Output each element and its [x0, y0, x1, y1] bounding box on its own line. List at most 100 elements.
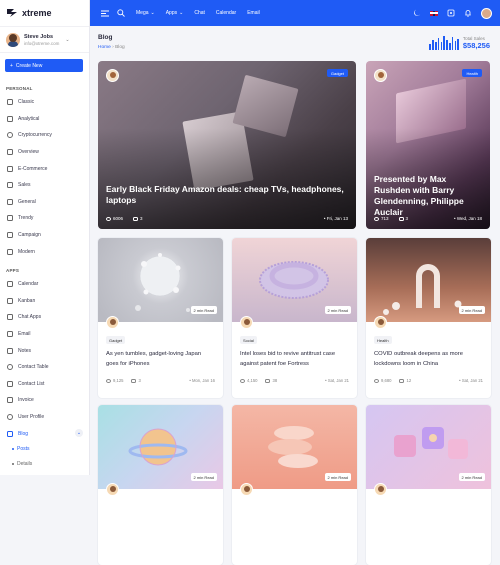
nav-email[interactable]: Email: [247, 10, 260, 16]
nav-mega[interactable]: Mega ⌄: [136, 10, 155, 16]
sidebar-subitem-label: Posts: [17, 446, 30, 453]
mail-icon: [7, 331, 13, 338]
trend-icon: [7, 215, 13, 222]
post-card[interactable]: 2 min Read: [98, 405, 223, 565]
chevron-down-icon: ⌄: [179, 10, 184, 16]
chevron-down-icon: ⌄: [150, 10, 155, 16]
sidebar-item-ecommerce[interactable]: E-Commerce: [0, 160, 89, 177]
avatar[interactable]: [481, 7, 492, 19]
avatar[interactable]: [106, 483, 119, 496]
category-tag[interactable]: Social: [240, 336, 257, 344]
category-badge[interactable]: Health: [462, 69, 482, 77]
post-card[interactable]: 2 min Read Social Intel loses bid to rev…: [232, 238, 357, 398]
featured-post[interactable]: Gadget Early Black Friday Amazon deals: …: [98, 61, 356, 229]
post-date: • Wed, Jan 18: [453, 216, 482, 221]
search-icon[interactable]: [117, 9, 125, 17]
sidebar-item-sales[interactable]: Sales: [0, 177, 89, 194]
sidebar-item-overview[interactable]: Overview: [0, 144, 89, 161]
sidebar-item-blog[interactable]: Blog ⌄: [0, 425, 89, 442]
eye-icon: [374, 216, 379, 221]
section-apps: APPS: [6, 267, 20, 273]
post-title[interactable]: Presented by Max Rushden with Barry Glen…: [374, 174, 480, 218]
nav-calendar[interactable]: Calendar: [216, 10, 236, 16]
breadcrumb-current: Blog: [115, 45, 125, 50]
sidebar-item-calendar[interactable]: Calendar: [0, 276, 89, 293]
avatar[interactable]: [106, 69, 119, 82]
post-title[interactable]: Intel loses bid to revive antitrust case…: [240, 350, 349, 369]
sales-bar: [451, 37, 454, 50]
brand[interactable]: xtreme: [0, 0, 89, 26]
post-title[interactable]: As yen tumbles, gadget-loving Japan goes…: [106, 350, 215, 369]
featured-post[interactable]: Health Presented by Max Rushden with Bar…: [366, 61, 490, 229]
sidebar-subitem-posts[interactable]: Posts: [0, 442, 89, 457]
sidebar-item-label: Contact List: [18, 380, 45, 387]
sidebar-item-invoice[interactable]: Invoice: [0, 392, 89, 409]
sidebar-item-label: Trendy: [18, 215, 34, 222]
category-tag[interactable]: Health: [374, 336, 392, 344]
sidebar-item-contact-list[interactable]: Contact List: [0, 376, 89, 393]
sales-bar: [443, 36, 445, 50]
post-meta: 6006 3 • Fri, Jan 13: [106, 216, 348, 221]
nav-label: Email: [247, 10, 260, 16]
nav-apps[interactable]: Apps ⌄: [166, 10, 184, 16]
sidebar-item-label: Sales: [18, 182, 31, 189]
nav-chat[interactable]: Chat: [194, 10, 205, 16]
sidebar-subitem-details[interactable]: Details: [0, 457, 89, 472]
avatar[interactable]: [240, 316, 253, 329]
post-card[interactable]: 2 min Read: [366, 405, 491, 565]
chevron-down-icon[interactable]: ⌄: [75, 429, 83, 438]
calendar-icon: [7, 281, 13, 288]
sidebar-item-label: User Profile: [18, 413, 45, 420]
post-card[interactable]: 2 min Read Health COVID outbreak deepens…: [366, 238, 491, 398]
sidebar-item-chat-apps[interactable]: Chat Apps: [0, 309, 89, 326]
breadcrumb-home[interactable]: Home: [98, 45, 111, 50]
sidebar-item-cryptocurrency[interactable]: Cryptocurrency: [0, 127, 89, 144]
sales-bar: [440, 41, 443, 50]
sidebar-item-general[interactable]: General: [0, 194, 89, 211]
sidebar-item-analytical[interactable]: Analytical: [0, 111, 89, 128]
avatar[interactable]: [374, 316, 387, 329]
sidebar-item-classic[interactable]: Classic: [0, 94, 89, 111]
sidebar-item-campaign[interactable]: Campaign: [0, 227, 89, 244]
chevron-down-icon[interactable]: ⌄: [65, 37, 69, 43]
category-tag[interactable]: Gadget: [106, 336, 126, 344]
moon-icon[interactable]: [413, 9, 421, 17]
bell-icon[interactable]: [464, 9, 472, 17]
sidebar-item-email[interactable]: Email: [0, 326, 89, 343]
post-title[interactable]: COVID outbreak deepens as more lockdowns…: [374, 350, 483, 369]
cart-icon[interactable]: [447, 9, 455, 17]
sales-bar: [446, 39, 448, 50]
category-badge[interactable]: Gadget: [326, 69, 348, 77]
avatar[interactable]: [240, 483, 253, 496]
flag-uk-icon[interactable]: [430, 10, 438, 16]
plus-icon: +: [10, 62, 13, 69]
sales-bar: [457, 38, 459, 50]
sidebar-item-contact-table[interactable]: Contact Table: [0, 359, 89, 376]
cart-icon: [7, 165, 13, 172]
create-new-label: Create New: [15, 62, 43, 69]
topbar-actions: [413, 0, 492, 26]
overview-icon: [7, 149, 13, 156]
sidebar-item-trendy[interactable]: Trendy: [0, 210, 89, 227]
sidebar-item-modern[interactable]: Modern: [0, 243, 89, 260]
sales-sparkline: [429, 36, 459, 50]
user-profile[interactable]: Steve Jobs info@xtreme.com ⌄: [0, 26, 89, 53]
post-card[interactable]: 2 min Read: [232, 405, 357, 565]
menu-icon[interactable]: [101, 9, 109, 17]
post-card[interactable]: 2 min Read Gadget As yen tumbles, gadget…: [98, 238, 223, 398]
eye-icon: [374, 378, 379, 383]
sidebar-item-notes[interactable]: Notes: [0, 342, 89, 359]
sidebar-item-user-profile[interactable]: User Profile: [0, 409, 89, 426]
sidebar-item-label: Overview: [18, 149, 39, 156]
post-date: • Sat, Jan 21: [325, 378, 349, 383]
avatar[interactable]: [106, 316, 119, 329]
user-name: Steve Jobs: [24, 33, 54, 40]
create-new-button[interactable]: + Create New: [5, 59, 83, 72]
avatar[interactable]: [374, 69, 387, 82]
sidebar-item-label: Contact Table: [18, 364, 49, 371]
post-title[interactable]: Early Black Friday Amazon deals: cheap T…: [106, 184, 346, 206]
contact-icon: [7, 364, 13, 371]
avatar[interactable]: [374, 483, 387, 496]
sidebar-item-kanban[interactable]: Kanban: [0, 293, 89, 310]
comments-count: 38: [265, 378, 277, 383]
